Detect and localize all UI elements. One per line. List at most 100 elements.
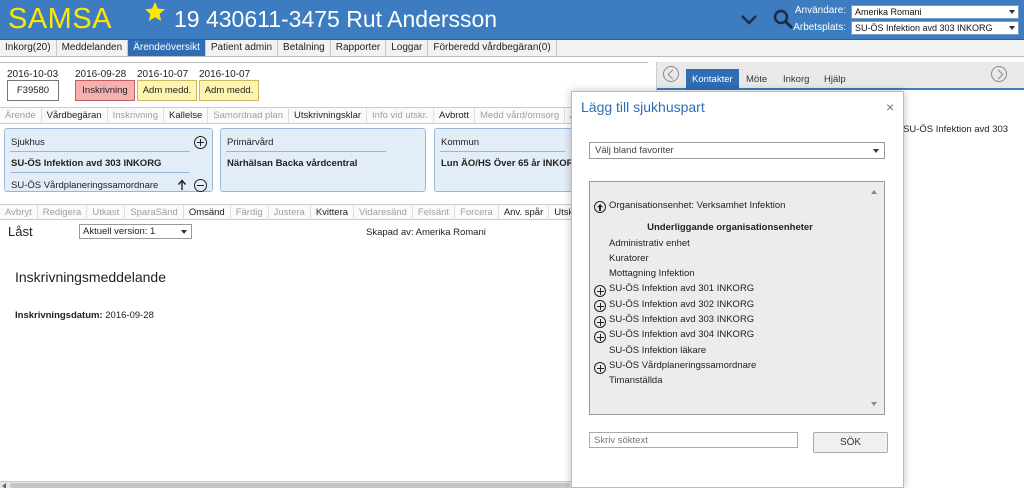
remove-circle-icon[interactable] xyxy=(194,179,207,192)
timeline-event-adm-medd[interactable]: Adm medd. xyxy=(137,80,197,101)
chevron-right-icon[interactable] xyxy=(991,66,1007,82)
tab-hjalp[interactable]: Hjälp xyxy=(818,69,852,90)
menu-item-loggar[interactable]: Loggar xyxy=(386,40,429,56)
action-info-vid-utskr[interactable]: Info vid utskr. xyxy=(367,108,435,123)
org-unit-item[interactable]: Administrativ enhet xyxy=(609,238,690,249)
org-unit-item[interactable]: SU-ÖS Infektion avd 302 INKORG xyxy=(609,299,754,310)
doc-action-omsand[interactable]: Omsänd xyxy=(184,205,231,220)
dropdown-arrow-icon xyxy=(873,149,879,153)
document-title: Inskrivningsmeddelande xyxy=(15,269,166,285)
expand-circle-icon[interactable] xyxy=(594,285,606,297)
app-header: SAMSA 19 430611-3475 Rut Andersson Använ… xyxy=(0,0,1024,40)
action-samordnad-plan[interactable]: Samordnad plan xyxy=(208,108,289,123)
divider xyxy=(440,151,565,152)
org-unit-item[interactable]: SU-ÖS Infektion läkare xyxy=(609,345,706,356)
doc-action-forcera[interactable]: Forcera xyxy=(455,205,499,220)
org-unit-item[interactable]: SU-ÖS Infektion avd 303 INKORG xyxy=(609,314,754,325)
horizontal-scrollbar[interactable] xyxy=(0,481,648,488)
chevron-down-icon[interactable] xyxy=(740,13,758,27)
party-main-unit: Närhälsan Backa vårdcentral xyxy=(227,158,358,169)
menu-item-arendeoversikt[interactable]: Ärendeöversikt xyxy=(128,40,206,56)
document-field: Inskrivningsdatum: 2016-09-28 xyxy=(15,310,154,321)
user-label: Användare: xyxy=(794,5,846,16)
workplace-select-value: SU-ÖS Infektion avd 303 INKORG xyxy=(855,23,993,33)
doc-action-justera[interactable]: Justera xyxy=(269,205,311,220)
contact-unit-text: SU-ÖS Infektion avd 303 xyxy=(903,124,1009,135)
dropdown-arrow-icon xyxy=(1009,26,1015,30)
scroll-down-icon[interactable] xyxy=(871,402,877,406)
search-button[interactable]: SÖK xyxy=(813,432,888,453)
org-unit-item[interactable]: SU-ÖS Infektion avd 301 INKORG xyxy=(609,283,754,294)
navigate-up-icon[interactable] xyxy=(594,201,606,213)
doc-action-redigera[interactable]: Redigera xyxy=(38,205,88,220)
favorites-select[interactable]: Välj bland favoriter xyxy=(589,142,885,159)
action-arende[interactable]: Ärende xyxy=(0,108,42,123)
tab-inkorg[interactable]: Inkorg xyxy=(777,69,815,90)
org-unit-item[interactable]: Mottagning Infektion xyxy=(609,268,695,279)
close-icon[interactable]: × xyxy=(886,100,894,114)
user-select-value: Amerika Romani xyxy=(855,7,922,17)
menu-item-meddelanden[interactable]: Meddelanden xyxy=(57,40,129,56)
doc-action-avbryt[interactable]: Avbryt xyxy=(0,205,38,220)
search-input[interactable] xyxy=(589,432,798,448)
parent-org-unit[interactable]: Organisationsenhet: Verksamhet Infektion xyxy=(609,200,785,211)
action-medd-vard-omsorg[interactable]: Medd vård/omsorg xyxy=(475,108,566,123)
action-vardbegaran[interactable]: Vårdbegäran xyxy=(42,108,108,123)
expand-circle-icon[interactable] xyxy=(594,331,606,343)
menu-item-betalning[interactable]: Betalning xyxy=(278,40,331,56)
party-primary-care: Primärvård Närhälsan Backa vårdcentral xyxy=(220,128,426,192)
scrollbar-thumb[interactable] xyxy=(10,483,570,488)
tab-mote[interactable]: Möte xyxy=(740,69,773,90)
star-icon[interactable] xyxy=(143,0,167,24)
add-circle-icon[interactable] xyxy=(194,136,207,149)
version-select-value: Aktuell version: 1 xyxy=(83,226,156,237)
add-hospital-party-dialog: Lägg till sjukhuspart × Välj bland favor… xyxy=(571,91,904,488)
menu-item-forberedd-vardbegaran[interactable]: Förberedd vårdbegäran(0) xyxy=(428,40,557,56)
field-value: 2016-09-28 xyxy=(105,310,154,321)
chevron-left-icon[interactable] xyxy=(663,66,679,82)
action-utskrivningsklar[interactable]: Utskrivningsklar xyxy=(289,108,368,123)
org-unit-item[interactable]: SU-ÖS Infektion avd 304 INKORG xyxy=(609,329,754,340)
timeline-date: 2016-10-07 xyxy=(137,69,189,80)
doc-action-sparasand[interactable]: SparaSänd xyxy=(125,205,184,220)
divider xyxy=(226,151,386,152)
org-unit-item[interactable]: SU-ÖS Vårdplaneringssamordnare xyxy=(609,360,756,371)
timeline-event-adm-medd[interactable]: Adm medd. xyxy=(199,80,259,101)
doc-action-fardig[interactable]: Färdig xyxy=(231,205,269,220)
menu-item-patient-admin[interactable]: Patient admin xyxy=(206,40,279,56)
menu-item-inkorg[interactable]: Inkorg(20) xyxy=(0,40,57,56)
action-inskrivning[interactable]: Inskrivning xyxy=(108,108,164,123)
tab-kontakter[interactable]: Kontakter xyxy=(686,69,739,90)
favorites-select-value: Välj bland favoriter xyxy=(595,145,674,156)
org-unit-item[interactable]: Timanställda xyxy=(609,375,663,386)
document-action-bar: Avbryt Redigera Utkast SparaSänd Omsänd … xyxy=(0,204,648,220)
expand-circle-icon[interactable] xyxy=(594,316,606,328)
org-unit-item[interactable]: Kuratorer xyxy=(609,253,649,264)
user-select[interactable]: Amerika Romani xyxy=(851,5,1019,19)
action-avbrott[interactable]: Avbrott xyxy=(434,108,475,123)
party-sub-unit: SU-ÖS Vårdplaneringssamordnare xyxy=(11,180,159,191)
doc-action-felsant[interactable]: Felsänt xyxy=(413,205,456,220)
expand-circle-icon[interactable] xyxy=(594,362,606,374)
arrow-up-icon[interactable] xyxy=(177,179,187,191)
scroll-up-icon[interactable] xyxy=(871,190,877,194)
action-kallelse[interactable]: Kallelse xyxy=(164,108,209,123)
expand-circle-icon[interactable] xyxy=(594,300,606,312)
scroll-left-icon[interactable] xyxy=(2,483,6,488)
doc-action-kvittera[interactable]: Kvittera xyxy=(311,205,355,220)
case-overview-panel: 2016-10-03 F39580 2016-09-28 Inskrivning… xyxy=(0,62,648,488)
sub-units-heading: Underliggande organisationsenheter xyxy=(647,222,813,233)
main-menu: Inkorg(20) Meddelanden Ärendeöversikt Pa… xyxy=(0,40,1024,57)
app-logo[interactable]: SAMSA xyxy=(8,3,112,36)
doc-action-vidaresand[interactable]: Vidaresänd xyxy=(354,205,413,220)
party-main-unit: SU-ÖS Infektion avd 303 INKORG xyxy=(11,158,162,169)
workplace-select[interactable]: SU-ÖS Infektion avd 303 INKORG xyxy=(851,21,1019,35)
doc-action-anv-spar[interactable]: Anv. spår xyxy=(499,205,550,220)
timeline-case-box[interactable]: F39580 xyxy=(7,80,59,101)
timeline-event-inskrivning[interactable]: Inskrivning xyxy=(75,80,135,101)
created-by: Skapad av: Amerika Romani xyxy=(366,227,486,238)
doc-action-utkast[interactable]: Utkast xyxy=(87,205,126,220)
version-select[interactable]: Aktuell version: 1 xyxy=(79,224,192,239)
menu-item-rapporter[interactable]: Rapporter xyxy=(331,40,387,56)
org-unit-list[interactable]: Organisationsenhet: Verksamhet Infektion… xyxy=(589,181,885,415)
